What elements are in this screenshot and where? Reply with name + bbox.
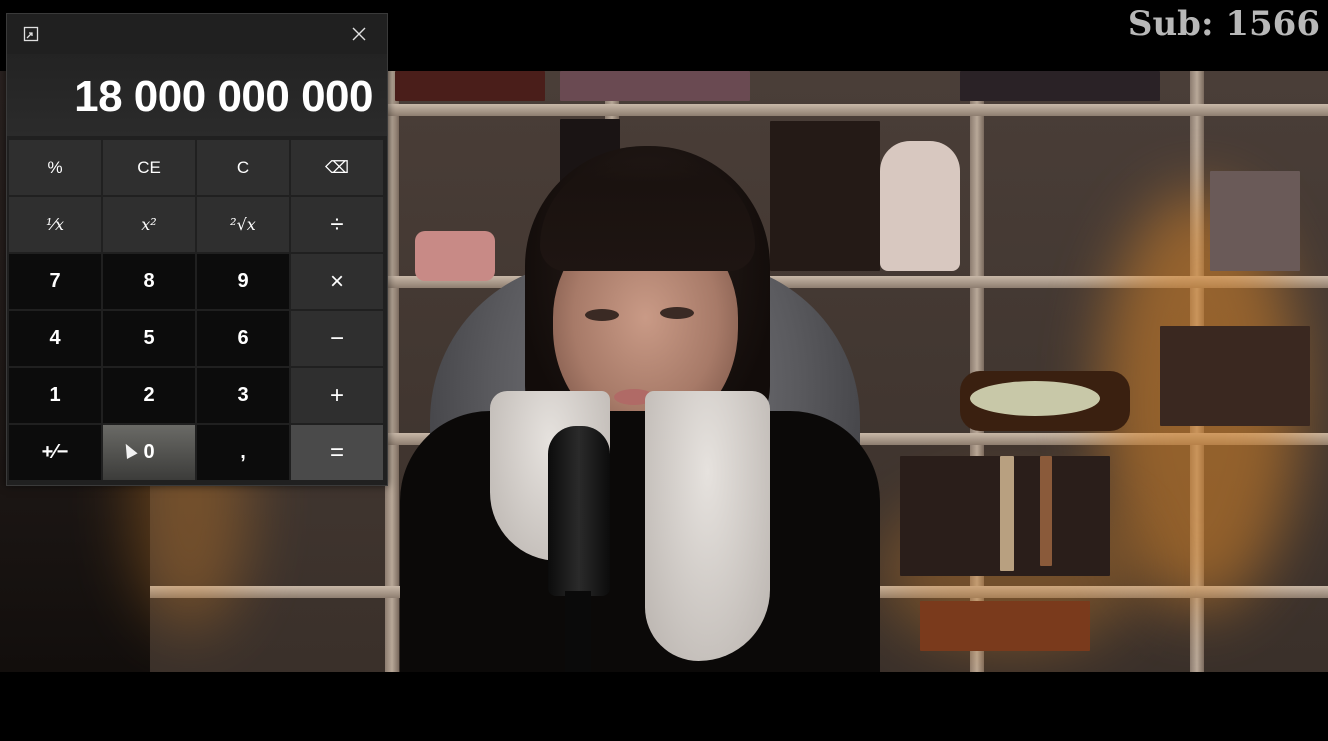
key-7[interactable]: 7 [9, 254, 101, 309]
key-square-root[interactable]: ²√x [197, 197, 289, 252]
key-8[interactable]: 8 [103, 254, 195, 309]
calculator-titlebar[interactable] [7, 14, 387, 54]
mouse-cursor-icon [120, 441, 138, 459]
subscriber-counter: Sub: 1566 [1128, 4, 1320, 44]
calculator-window: 18 000 000 000 % CE C ⌫ ¹⁄x x² ²√x ÷ 7 8… [6, 13, 388, 486]
key-9[interactable]: 9 [197, 254, 289, 309]
key-multiply[interactable]: × [291, 254, 383, 309]
key-reciprocal[interactable]: ¹⁄x [9, 197, 101, 252]
key-decimal[interactable]: , [197, 425, 289, 480]
key-backspace[interactable]: ⌫ [291, 140, 383, 195]
key-subtract[interactable]: − [291, 311, 383, 366]
key-square[interactable]: x² [103, 197, 195, 252]
calculator-keypad: % CE C ⌫ ¹⁄x x² ²√x ÷ 7 8 9 × 4 5 6 − 1 … [9, 140, 385, 483]
sub-label: Sub: [1127, 4, 1214, 44]
key-add[interactable]: + [291, 368, 383, 423]
close-icon[interactable] [345, 22, 373, 46]
key-clear[interactable]: C [197, 140, 289, 195]
key-0-label: 0 [143, 441, 155, 463]
key-equals[interactable]: = [291, 425, 383, 480]
key-6[interactable]: 6 [197, 311, 289, 366]
key-negate[interactable]: +⁄− [9, 425, 101, 480]
stream-frame: Sub: 1566 18 000 000 000 % CE C ⌫ ¹⁄x x²… [0, 0, 1328, 741]
key-percent[interactable]: % [9, 140, 101, 195]
sub-count: 1566 [1225, 4, 1320, 44]
calculator-display: 18 000 000 000 [7, 54, 387, 136]
key-3[interactable]: 3 [197, 368, 289, 423]
key-4[interactable]: 4 [9, 311, 101, 366]
key-2[interactable]: 2 [103, 368, 195, 423]
backspace-icon: ⌫ [324, 157, 350, 177]
key-5[interactable]: 5 [103, 311, 195, 366]
key-0[interactable]: 0 [103, 425, 195, 480]
keep-on-top-icon[interactable] [17, 22, 45, 46]
key-1[interactable]: 1 [9, 368, 101, 423]
display-value: 18 000 000 000 [74, 72, 373, 121]
microphone [548, 426, 610, 596]
person-body [400, 411, 880, 672]
key-clear-entry[interactable]: CE [103, 140, 195, 195]
key-divide[interactable]: ÷ [291, 197, 383, 252]
